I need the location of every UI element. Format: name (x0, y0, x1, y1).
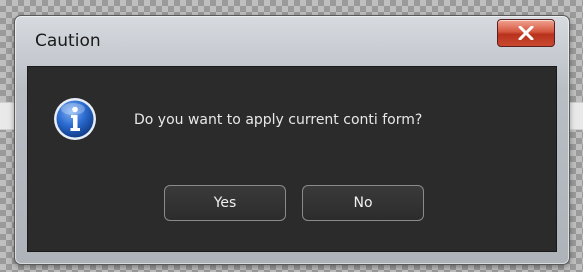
close-button[interactable] (497, 19, 555, 47)
title-bar[interactable]: Caution (15, 16, 569, 66)
info-icon (54, 98, 96, 140)
no-button[interactable]: No (302, 185, 424, 221)
dialog-message: Do you want to apply current conti form? (134, 112, 423, 128)
yes-button[interactable]: Yes (164, 185, 286, 221)
close-icon (518, 26, 534, 40)
dialog-body: Do you want to apply current conti form?… (27, 66, 557, 252)
caution-dialog: Caution Do you want to apply current con… (14, 15, 570, 265)
dialog-title: Caution (35, 31, 101, 51)
